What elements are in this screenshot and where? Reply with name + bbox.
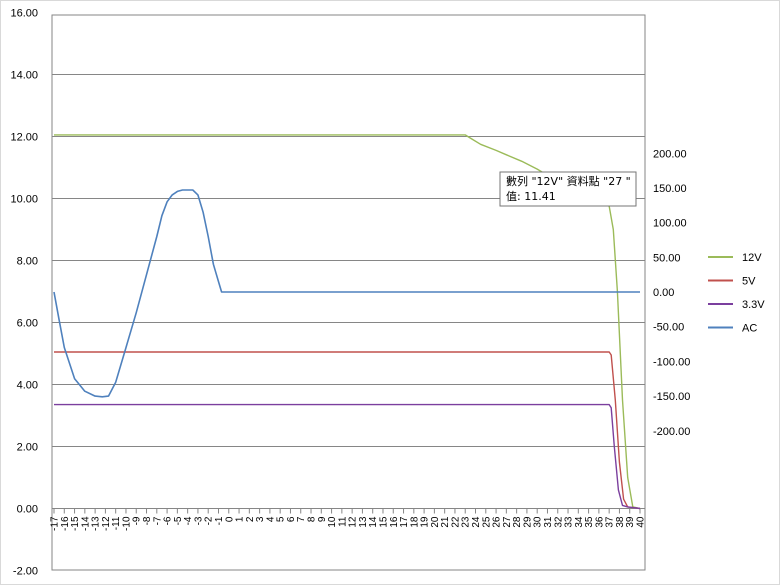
y-left-tick-label: 10.00 bbox=[10, 194, 38, 206]
y-left-tick-label: 6.00 bbox=[17, 318, 38, 330]
tooltip-line-2: 值: 11.41 bbox=[506, 190, 556, 203]
legend-label-ac: AC bbox=[742, 323, 757, 335]
y-right-tick-label: -150.00 bbox=[653, 391, 690, 403]
y-right-tick-label: 150.00 bbox=[653, 183, 687, 195]
x-tick-label: 40 bbox=[636, 516, 647, 528]
y-right-tick-label: -50.00 bbox=[653, 322, 684, 334]
legend-label-3-3v: 3.3V bbox=[742, 299, 765, 311]
y-right-tick-label: -100.00 bbox=[653, 356, 690, 368]
legend-label-5v: 5V bbox=[742, 276, 756, 288]
y-left-tick-label: 8.00 bbox=[17, 256, 38, 268]
line-chart: 16.00 14.00 12.00 10.00 8.00 6.00 4.00 2.00 0.00… bbox=[0, 0, 780, 585]
data-point-tooltip: 數列 "12V" 資料點 "27 " 值: 11.41 bbox=[499, 171, 637, 207]
y-left-tick-label: 4.00 bbox=[17, 380, 38, 392]
y-right-tick-label: 50.00 bbox=[653, 252, 681, 264]
y-left-tick-label: 12.00 bbox=[10, 132, 38, 144]
y-right-tick-label: 200.00 bbox=[653, 148, 687, 160]
y-left-tick-label: 0.00 bbox=[17, 504, 38, 516]
y-left-tick-label: -2.00 bbox=[13, 566, 38, 578]
y-left-tick-label: 2.00 bbox=[17, 442, 38, 454]
y-left-tick-label: 14.00 bbox=[10, 70, 38, 82]
legend-label-12v: 12V bbox=[742, 252, 762, 264]
y-left-tick-label: 16.00 bbox=[10, 8, 38, 20]
y-right-tick-label: 0.00 bbox=[653, 287, 674, 299]
chart-container: 16.00 14.00 12.00 10.00 8.00 6.00 4.00 2.00 0.00… bbox=[0, 0, 780, 585]
tooltip-line-1: 數列 "12V" 資料點 "27 " bbox=[506, 174, 631, 188]
y-right-tick-label: 100.00 bbox=[653, 218, 687, 230]
y-right-tick-label: -200.00 bbox=[653, 426, 690, 438]
